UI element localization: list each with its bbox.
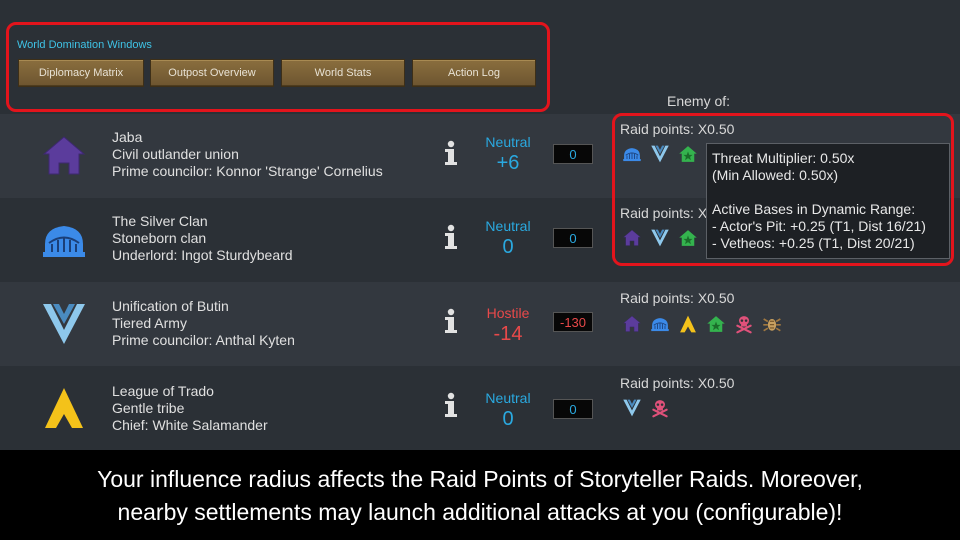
- relation-label: Hostile: [486, 305, 530, 321]
- enemy-of-header: Enemy of:: [667, 93, 731, 109]
- faction-row-trado[interactable]: League of Trado Gentle tribe Chief: Whit…: [0, 366, 960, 450]
- goodwill-value: 0: [502, 408, 514, 430]
- faction-type: Gentle tribe: [112, 400, 185, 416]
- house-icon[interactable]: [621, 314, 643, 334]
- enemy-icons: [621, 314, 783, 334]
- info-icon[interactable]: [442, 392, 460, 418]
- caption-bar: Your influence radius affects the Raid P…: [0, 450, 960, 540]
- goodwill-box: 0: [553, 144, 593, 164]
- faction-type: Tiered Army: [112, 315, 187, 331]
- caption-line: nearby settlements may launch additional…: [117, 499, 843, 525]
- info-icon[interactable]: [442, 308, 460, 334]
- enemy-icons: [621, 398, 671, 418]
- tent-icon: [40, 384, 88, 432]
- house-star-icon[interactable]: [705, 314, 727, 334]
- faction-name: Jaba: [112, 129, 143, 145]
- chevron-icon[interactable]: [621, 398, 643, 418]
- faction-type: Civil outlander union: [112, 146, 239, 162]
- highlight-world-windows: [6, 22, 550, 112]
- info-icon[interactable]: [442, 224, 460, 250]
- faction-type: Stoneborn clan: [112, 230, 207, 246]
- highlight-raid-tooltip: [612, 113, 954, 266]
- goodwill-value: 0: [502, 236, 514, 258]
- relation-status: Neutral 0: [475, 218, 541, 259]
- relation-status: Hostile -14: [475, 305, 541, 346]
- info-icon[interactable]: [442, 140, 460, 166]
- goodwill-value: +6: [496, 152, 520, 174]
- skull-icon[interactable]: [733, 314, 755, 334]
- faction-name: The Silver Clan: [112, 213, 208, 229]
- relation-status: Neutral 0: [475, 390, 541, 431]
- faction-name: Unification of Butin: [112, 298, 229, 314]
- goodwill-box: 0: [553, 228, 593, 248]
- skull-icon[interactable]: [649, 398, 671, 418]
- goodwill-box: -130: [553, 312, 593, 332]
- relation-label: Neutral: [485, 134, 531, 150]
- faction-leader: Chief: White Salamander: [112, 417, 268, 433]
- caption-line: Your influence radius affects the Raid P…: [97, 466, 863, 492]
- relation-label: Neutral: [485, 218, 531, 234]
- tent-icon[interactable]: [677, 314, 699, 334]
- relation-status: Neutral +6: [475, 134, 541, 175]
- goodwill-value: -14: [493, 323, 523, 345]
- dome-icon: [40, 216, 88, 264]
- faction-name: League of Trado: [112, 383, 214, 399]
- faction-leader: Underlord: Ingot Sturdybeard: [112, 247, 293, 263]
- faction-leader: Prime councilor: Anthal Kyten: [112, 332, 295, 348]
- dome-icon[interactable]: [649, 314, 671, 334]
- faction-row-butin[interactable]: Unification of Butin Tiered Army Prime c…: [0, 282, 960, 366]
- insect-icon[interactable]: [761, 314, 783, 334]
- relation-label: Neutral: [485, 390, 531, 406]
- goodwill-box: 0: [553, 399, 593, 419]
- faction-leader: Prime councilor: Konnor 'Strange' Cornel…: [112, 163, 383, 179]
- house-icon: [40, 132, 88, 180]
- chevron-icon: [40, 300, 88, 348]
- raid-points: Raid points: X0.50: [620, 290, 735, 306]
- raid-points: Raid points: X0.50: [620, 375, 735, 391]
